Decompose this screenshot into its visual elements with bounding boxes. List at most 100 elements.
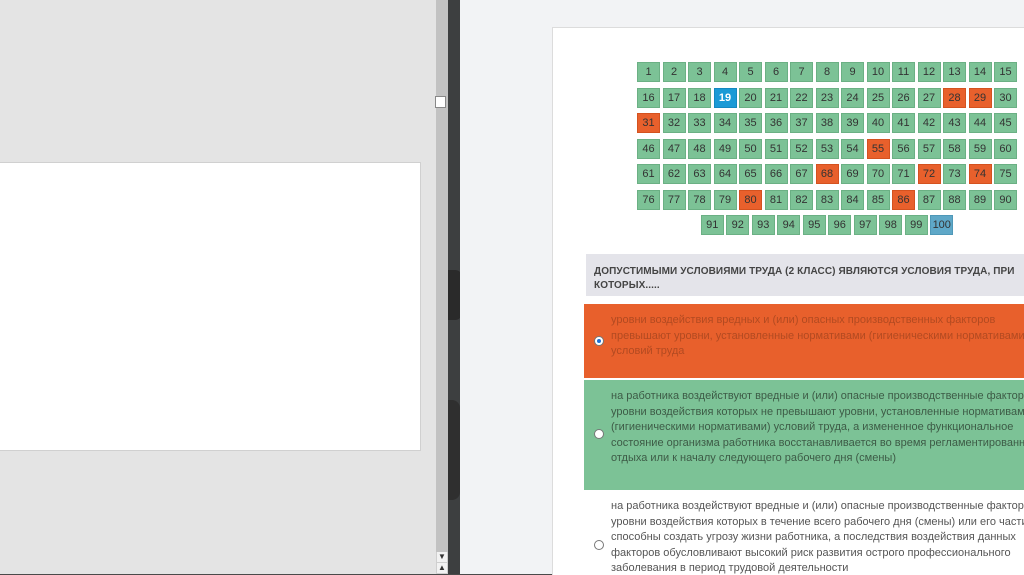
question-number-62[interactable]: 62 (662, 164, 686, 184)
question-number-33[interactable]: 33 (688, 113, 711, 133)
answer-option-3[interactable]: на работника воздействуют вредные и (или… (584, 498, 1024, 575)
question-number-93[interactable]: 93 (751, 215, 775, 235)
question-number-56[interactable]: 56 (892, 138, 915, 159)
question-number-28[interactable]: 28 (943, 87, 966, 108)
scroll-down-arrow-icon[interactable]: ▼ (437, 552, 447, 562)
question-number-36[interactable]: 36 (764, 113, 788, 133)
question-number-82[interactable]: 82 (790, 189, 813, 210)
question-number-15[interactable]: 15 (994, 62, 1017, 82)
question-number-90[interactable]: 90 (994, 189, 1017, 210)
question-number-53[interactable]: 53 (815, 138, 839, 159)
question-number-9[interactable]: 9 (841, 62, 864, 82)
question-number-77[interactable]: 77 (662, 189, 686, 210)
question-number-25[interactable]: 25 (866, 87, 890, 108)
question-number-44[interactable]: 44 (968, 113, 992, 133)
question-number-48[interactable]: 48 (688, 138, 711, 159)
question-number-23[interactable]: 23 (815, 87, 839, 108)
question-number-42[interactable]: 42 (917, 113, 941, 133)
question-number-31[interactable]: 31 (637, 113, 660, 133)
question-number-27[interactable]: 27 (917, 87, 941, 108)
answer-radio-2[interactable] (594, 429, 604, 439)
answer-option-1[interactable]: уровни воздействия вредных и (или) опасн… (584, 304, 1024, 378)
question-number-87[interactable]: 87 (917, 189, 941, 210)
question-number-65[interactable]: 65 (739, 164, 762, 184)
question-number-49[interactable]: 49 (713, 138, 737, 159)
question-number-18[interactable]: 18 (688, 87, 711, 108)
question-number-14[interactable]: 14 (968, 62, 992, 82)
question-number-98[interactable]: 98 (879, 215, 903, 235)
question-number-74[interactable]: 74 (968, 164, 992, 184)
question-number-60[interactable]: 60 (994, 138, 1017, 159)
question-number-7[interactable]: 7 (790, 62, 813, 82)
question-number-54[interactable]: 54 (841, 138, 864, 159)
question-number-37[interactable]: 37 (790, 113, 813, 133)
question-number-4[interactable]: 4 (713, 62, 737, 82)
question-number-70[interactable]: 70 (866, 164, 890, 184)
question-number-61[interactable]: 61 (637, 164, 660, 184)
scroll-up-arrow-icon[interactable]: ▲ (437, 563, 447, 573)
question-number-83[interactable]: 83 (815, 189, 839, 210)
question-number-32[interactable]: 32 (662, 113, 686, 133)
question-number-95[interactable]: 95 (802, 215, 826, 235)
answer-option-2[interactable]: на работника воздействуют вредные и (или… (584, 380, 1024, 490)
question-number-51[interactable]: 51 (764, 138, 788, 159)
question-number-58[interactable]: 58 (943, 138, 966, 159)
question-number-64[interactable]: 64 (713, 164, 737, 184)
question-number-10[interactable]: 10 (866, 62, 890, 82)
question-number-81[interactable]: 81 (764, 189, 788, 210)
answer-radio-3[interactable] (594, 540, 604, 550)
question-number-63[interactable]: 63 (688, 164, 711, 184)
question-number-100[interactable]: 100 (930, 215, 954, 235)
question-number-34[interactable]: 34 (713, 113, 737, 133)
question-number-35[interactable]: 35 (739, 113, 762, 133)
question-number-22[interactable]: 22 (790, 87, 813, 108)
question-number-8[interactable]: 8 (815, 62, 839, 82)
question-number-40[interactable]: 40 (866, 113, 890, 133)
question-number-11[interactable]: 11 (892, 62, 915, 82)
question-number-46[interactable]: 46 (637, 138, 660, 159)
question-number-78[interactable]: 78 (688, 189, 711, 210)
question-number-69[interactable]: 69 (841, 164, 864, 184)
question-number-16[interactable]: 16 (637, 87, 660, 108)
question-number-12[interactable]: 12 (917, 62, 941, 82)
question-number-92[interactable]: 92 (726, 215, 750, 235)
question-number-91[interactable]: 91 (700, 215, 724, 235)
question-number-89[interactable]: 89 (968, 189, 992, 210)
question-number-13[interactable]: 13 (943, 62, 966, 82)
question-number-67[interactable]: 67 (790, 164, 813, 184)
question-number-66[interactable]: 66 (764, 164, 788, 184)
answer-radio-1[interactable] (594, 336, 604, 346)
question-number-6[interactable]: 6 (764, 62, 788, 82)
question-number-29[interactable]: 29 (968, 87, 992, 108)
question-number-30[interactable]: 30 (994, 87, 1017, 108)
question-number-84[interactable]: 84 (841, 189, 864, 210)
question-number-17[interactable]: 17 (662, 87, 686, 108)
question-number-47[interactable]: 47 (662, 138, 686, 159)
question-number-88[interactable]: 88 (943, 189, 966, 210)
question-number-71[interactable]: 71 (892, 164, 915, 184)
question-number-38[interactable]: 38 (815, 113, 839, 133)
question-number-41[interactable]: 41 (892, 113, 915, 133)
question-number-68[interactable]: 68 (815, 164, 839, 184)
question-number-39[interactable]: 39 (841, 113, 864, 133)
question-number-3[interactable]: 3 (688, 62, 711, 82)
question-number-20[interactable]: 20 (739, 87, 762, 108)
question-number-1[interactable]: 1 (637, 62, 660, 82)
question-number-79[interactable]: 79 (713, 189, 737, 210)
question-number-50[interactable]: 50 (739, 138, 762, 159)
question-number-76[interactable]: 76 (637, 189, 660, 210)
question-number-19[interactable]: 19 (713, 87, 737, 108)
resize-handle[interactable] (435, 96, 446, 108)
question-number-96[interactable]: 96 (828, 215, 852, 235)
question-number-73[interactable]: 73 (943, 164, 966, 184)
question-number-97[interactable]: 97 (853, 215, 877, 235)
question-number-57[interactable]: 57 (917, 138, 941, 159)
question-number-86[interactable]: 86 (892, 189, 915, 210)
question-number-99[interactable]: 99 (904, 215, 928, 235)
question-number-72[interactable]: 72 (917, 164, 941, 184)
scrollbar-thumb[interactable] (436, 0, 448, 552)
question-number-45[interactable]: 45 (994, 113, 1017, 133)
question-number-80[interactable]: 80 (739, 189, 762, 210)
question-number-2[interactable]: 2 (662, 62, 686, 82)
vertical-scrollbar[interactable]: ▼ ▲ (436, 0, 448, 574)
